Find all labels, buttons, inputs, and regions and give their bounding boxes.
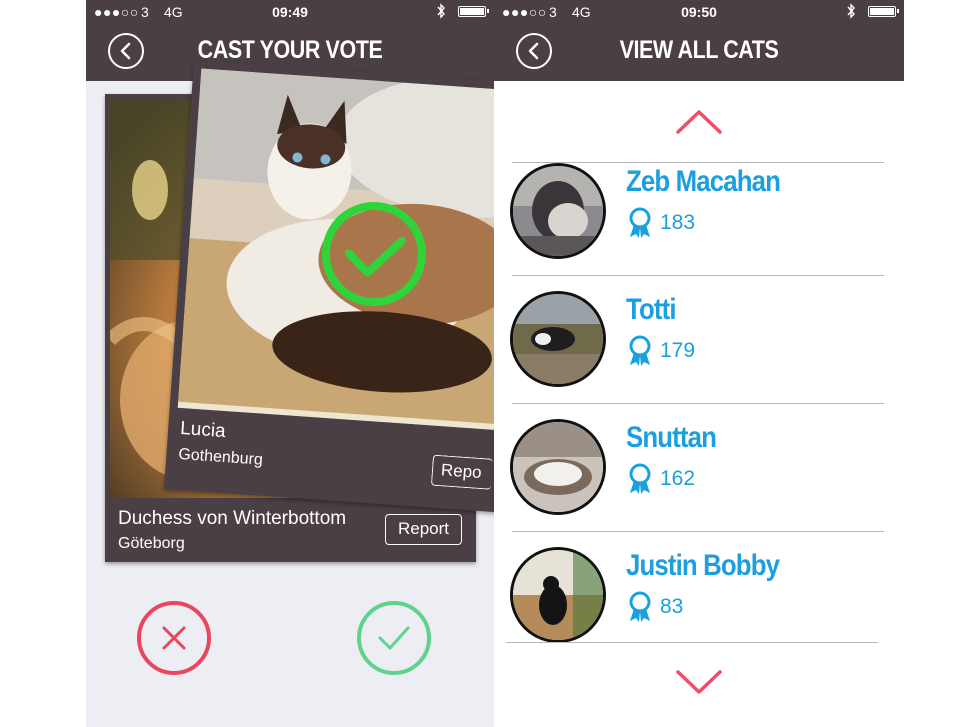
page-title: VIEW ALL CATS [619,36,779,64]
status-bar: ●●●○○ 3 4G 09:49 [86,0,494,24]
cat-list-item[interactable]: Totti 179 [494,283,904,411]
report-button[interactable]: Report [385,514,462,545]
cat-name: Snuttan [626,421,717,454]
avatar [510,419,606,515]
view-all-cats-screen: ●●●○○ 3 4G 09:50 VIEW ALL CATS Zeb Macah [494,0,904,727]
divider [506,642,878,643]
page-title: CAST YOUR VOTE [197,36,383,64]
vote-count: 183 [660,211,696,234]
clock: 09:49 [272,4,308,20]
avatar [510,547,606,643]
avatar [510,291,606,387]
divider [512,531,884,532]
divider [512,403,884,404]
cat-list-item[interactable]: Justin Bobby 83 [494,539,904,667]
award-ribbon-icon [629,591,651,622]
award-ribbon-icon [629,207,651,238]
battery-icon [868,6,899,17]
cat-name: Duchess von Winterbottom [118,508,347,529]
cat-location: Göteborg [118,535,185,552]
bluetooth-icon [846,3,856,22]
award-ribbon-icon [629,463,651,494]
clock: 09:50 [681,4,717,20]
scroll-down-chevron-icon[interactable] [674,668,724,696]
vote-count: 83 [660,595,684,618]
cat-card-front[interactable]: Lucia Gothenburg Repo [164,60,494,517]
avatar [510,163,606,259]
cat-photo [177,68,494,435]
divider [512,275,884,276]
cast-vote-screen: ●●●○○ 3 4G 09:49 CAST YOUR VOTE Duchess … [86,0,494,727]
cat-name: Totti [626,293,677,326]
reject-button[interactable] [137,601,211,675]
cat-list-item[interactable]: Snuttan 162 [494,411,904,539]
vote-check-overlay-icon [321,202,426,307]
cat-name: Justin Bobby [626,549,780,582]
vote-count: 162 [660,467,696,490]
scroll-up-chevron-icon[interactable] [674,108,724,136]
cat-list-item[interactable]: Zeb Macahan 183 [494,155,904,283]
award-ribbon-icon [629,335,651,366]
accept-button[interactable] [357,601,431,675]
vote-count: 179 [660,339,696,362]
cat-name: Zeb Macahan [626,165,781,198]
report-button[interactable]: Repo [430,454,493,490]
check-icon [378,626,410,650]
bluetooth-icon [436,3,446,22]
cat-location: Gothenburg [177,445,264,469]
cat-name: Lucia [179,417,227,443]
close-icon [162,626,186,650]
battery-icon [458,6,489,17]
status-bar: ●●●○○ 3 4G 09:50 [494,0,904,24]
nav-bar: VIEW ALL CATS [494,24,904,81]
